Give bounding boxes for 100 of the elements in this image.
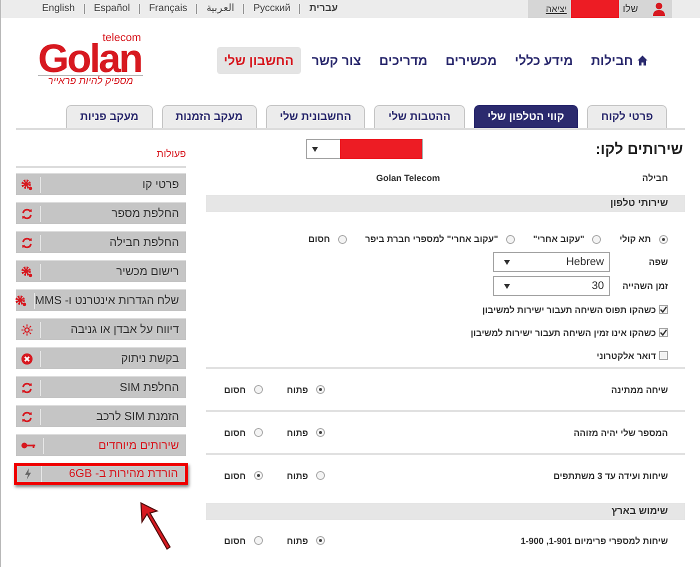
- cancel-icon: [21, 352, 33, 364]
- greeting-text: שלו: [622, 4, 638, 14]
- option-label: חסום: [224, 384, 246, 394]
- sun-icon: [21, 324, 33, 336]
- option-label: פתוח: [286, 536, 308, 546]
- refresh-icon: [21, 208, 33, 220]
- radio-button[interactable]: [338, 234, 348, 244]
- setting-label: שיחות ועידה עד 3 משתתפים: [553, 470, 668, 480]
- option-label: פתוח: [286, 428, 308, 438]
- radio-button[interactable]: [592, 234, 602, 244]
- language-link[interactable]: Español: [84, 4, 139, 14]
- action-button[interactable]: פרטי קו: [16, 173, 186, 195]
- refresh-icon: [21, 382, 33, 394]
- language-link[interactable]: العربية: [196, 4, 244, 14]
- language-link[interactable]: עברית: [299, 4, 347, 14]
- action-button[interactable]: החלפת חבילה: [16, 231, 186, 253]
- radio-option[interactable]: תא קולי: [619, 234, 668, 244]
- radio-option[interactable]: פתוח: [286, 384, 326, 394]
- action-button[interactable]: הזמנת SIM לרכב: [16, 405, 186, 427]
- tab[interactable]: החשבונית שלי: [266, 105, 366, 128]
- tab[interactable]: פרטי לקוח: [587, 105, 667, 128]
- radio-button[interactable]: [316, 471, 326, 480]
- radio-button[interactable]: [254, 385, 263, 394]
- language-link[interactable]: Русский: [243, 4, 300, 14]
- logo-tagline: מספיק להיות פראייר: [38, 75, 143, 88]
- radio-option[interactable]: חסום: [224, 536, 263, 546]
- nav-link[interactable]: מידע כללי: [508, 47, 580, 74]
- option-label: פתוח: [286, 470, 308, 480]
- checkbox[interactable]: [659, 328, 668, 337]
- package-name: Golan Telecom: [376, 173, 440, 183]
- key-icon: [21, 441, 36, 450]
- radio-option[interactable]: חסום: [224, 428, 263, 438]
- nav-link[interactable]: מדריכים: [372, 47, 434, 74]
- nav-link[interactable]: צור קשר: [304, 47, 368, 74]
- setting-label: המספר שלי יהיה מזוהה: [574, 428, 668, 438]
- nav-link[interactable]: חבילות: [584, 47, 655, 74]
- caret-icon: [504, 284, 510, 288]
- select-field[interactable]: 30: [493, 276, 610, 296]
- gear-icon: [14, 294, 27, 306]
- language-link[interactable]: Français: [138, 4, 196, 14]
- tab[interactable]: קווי הטלפון שלי: [474, 105, 578, 128]
- refresh-icon: [21, 236, 33, 248]
- option-label: חסום: [224, 428, 246, 438]
- radio-button[interactable]: [659, 234, 668, 244]
- action-button[interactable]: שלח הגדרות אינטרנט ו- MMS: [16, 289, 186, 311]
- option-label: חסום: [224, 470, 246, 480]
- section-header: שירותי טלפון: [206, 195, 685, 212]
- action-button[interactable]: החלפת מספר: [16, 202, 186, 224]
- checkbox[interactable]: [659, 351, 668, 360]
- nav-link[interactable]: מכשירים: [438, 47, 504, 74]
- option-label: כשהקו תפוס השיחה תעבור ישירות למשיבון: [482, 304, 656, 314]
- redaction-mark: [570, 0, 619, 18]
- radio-option[interactable]: חסום: [308, 234, 348, 244]
- language-link[interactable]: English: [33, 4, 84, 14]
- checkbox-option[interactable]: כשהקו תפוס השיחה תעבור ישירות למשיבון: [206, 298, 685, 321]
- radio-option[interactable]: חסום: [224, 384, 263, 394]
- radio-option[interactable]: פתוח: [286, 536, 326, 546]
- radio-option[interactable]: "עקוב אחרי": [533, 234, 602, 244]
- refresh-icon: [21, 410, 33, 422]
- action-button[interactable]: רישום מכשיר: [16, 260, 186, 282]
- action-button[interactable]: החלפת SIM: [16, 376, 186, 398]
- radio-button[interactable]: [254, 536, 263, 545]
- radio-button[interactable]: [254, 428, 263, 437]
- checkbox-option[interactable]: כשהקו אינו זמין השיחה תעבור ישירות למשיבון: [206, 321, 685, 344]
- option-label: תא קולי: [619, 234, 651, 244]
- logo-text: Golan: [38, 43, 142, 75]
- gear-icon: [21, 266, 33, 278]
- radio-option[interactable]: פתוח: [286, 470, 326, 480]
- tab[interactable]: ההטבות שלי: [374, 105, 465, 128]
- radio-button[interactable]: [506, 234, 516, 244]
- checkbox-option[interactable]: דואר אלקטרוני: [206, 344, 685, 367]
- radio-button[interactable]: [316, 536, 326, 545]
- field-label: חבילה: [641, 173, 668, 183]
- nav-link[interactable]: החשבון שלי: [216, 47, 301, 74]
- option-label: חסום: [308, 234, 330, 244]
- line-select[interactable]: [306, 139, 422, 159]
- option-label: פתוח: [286, 384, 308, 394]
- option-label: דואר אלקטרוני: [596, 350, 656, 360]
- caret-icon: [504, 260, 510, 264]
- radio-button[interactable]: [254, 471, 263, 480]
- action-button[interactable]: בקשת ניתוק: [16, 347, 186, 369]
- field-label: שפה: [648, 257, 668, 267]
- option-label: "עקוב אחרי": [533, 234, 584, 244]
- radio-option[interactable]: חסום: [224, 470, 263, 480]
- select-field[interactable]: Hebrew: [493, 252, 610, 272]
- tab[interactable]: מעקב הזמנות: [162, 105, 257, 128]
- logout-link[interactable]: יציאה: [546, 4, 567, 14]
- option-label: חסום: [224, 536, 246, 546]
- radio-option[interactable]: פתוח: [286, 428, 326, 438]
- action-button[interactable]: דיווח על אבדן או גניבה: [16, 318, 186, 340]
- setting-label: שיחות למספרי פרימיום 1-901, 1-900: [520, 536, 668, 546]
- radio-button[interactable]: [316, 385, 326, 394]
- gear-icon: [21, 178, 33, 190]
- lightning-icon: [22, 468, 34, 480]
- option-label: כשהקו אינו זמין השיחה תעבור ישירות למשיבון: [470, 328, 656, 338]
- logo-subtitle: telecom: [102, 33, 141, 43]
- checkbox[interactable]: [659, 305, 668, 314]
- radio-button[interactable]: [316, 428, 326, 437]
- tab[interactable]: מעקב פניות: [66, 105, 153, 128]
- user-icon: [652, 2, 666, 16]
